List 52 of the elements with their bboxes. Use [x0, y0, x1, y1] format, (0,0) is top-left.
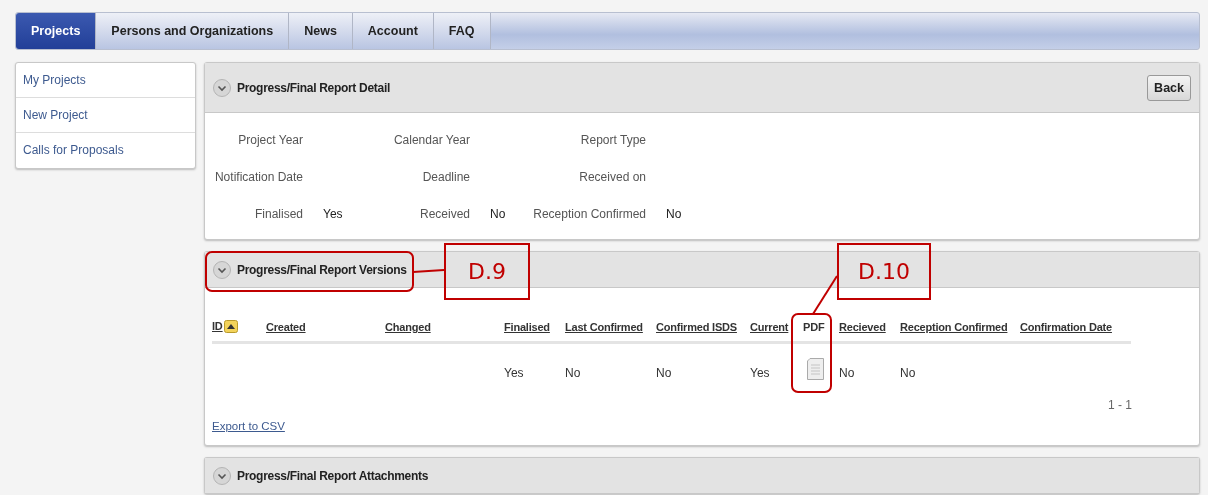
field-value: Yes	[323, 206, 343, 221]
column-header[interactable]: Last Confirmed	[565, 321, 643, 333]
sidebar-item[interactable]: My Projects	[16, 63, 195, 98]
table-cell: No	[839, 366, 855, 380]
nav-tab[interactable]: News	[289, 13, 353, 49]
column-header[interactable]: ID	[212, 320, 223, 332]
field-label: Project Year	[238, 132, 303, 147]
panel-title: Progress/Final Report Versions	[237, 262, 407, 277]
field-label: Report Type	[580, 132, 646, 147]
panel-title: Progress/Final Report Attachments	[237, 468, 429, 483]
field-label: Reception Confirmed	[533, 206, 646, 221]
expand-icon[interactable]	[213, 466, 231, 485]
column-header[interactable]: Reception Confirmed	[900, 321, 1008, 333]
nav-tab[interactable]: Persons and Organizations	[96, 13, 290, 49]
panel-title: Progress/Final Report Detail	[237, 80, 390, 95]
field-label: Notification Date	[214, 169, 303, 184]
leader-line	[812, 275, 838, 315]
field-label: Calendar Year	[393, 132, 470, 147]
sort-ascending-icon[interactable]	[223, 320, 238, 333]
field-label: Deadline	[422, 169, 470, 184]
export-link[interactable]: Export to CSV	[212, 420, 285, 432]
column-header[interactable]: Confirmed ISDS	[656, 321, 737, 333]
column-header[interactable]: Created	[266, 321, 306, 333]
table-cell: No	[565, 366, 581, 380]
column-header[interactable]: Confirmation Date	[1020, 321, 1112, 333]
table-cell: No	[656, 366, 672, 380]
field-label: Received	[419, 206, 470, 221]
column-header: PDF	[803, 321, 825, 333]
nav-tab[interactable]: Projects	[16, 13, 97, 49]
expand-icon[interactable]	[213, 78, 231, 97]
expand-icon[interactable]	[213, 260, 231, 279]
document-icon[interactable]	[807, 358, 824, 380]
table-cell: Yes	[504, 366, 524, 380]
column-header[interactable]: Current	[750, 321, 789, 333]
field-value: No	[490, 206, 506, 221]
field-value: No	[666, 206, 682, 221]
sidebar-item[interactable]: New Project	[16, 98, 195, 133]
leader-line	[412, 269, 445, 273]
table-cell: No	[900, 366, 916, 380]
field-label: Finalised	[254, 206, 303, 221]
field-label: Received on	[579, 169, 646, 184]
sidebar-item[interactable]: Calls for Proposals	[16, 133, 195, 168]
column-header[interactable]: Recieved	[839, 321, 886, 333]
nav-tab[interactable]: FAQ	[433, 13, 491, 49]
pagination-text: 1 - 1	[1108, 398, 1132, 412]
nav-tab[interactable]: Account	[352, 13, 434, 49]
back-button[interactable]: Back	[1147, 74, 1191, 101]
callout-label: D.9	[444, 243, 530, 300]
callout-label: D.10	[837, 243, 931, 300]
table-cell: Yes	[750, 366, 770, 380]
column-header[interactable]: Finalised	[504, 321, 550, 333]
column-header[interactable]: Changed	[385, 321, 431, 333]
